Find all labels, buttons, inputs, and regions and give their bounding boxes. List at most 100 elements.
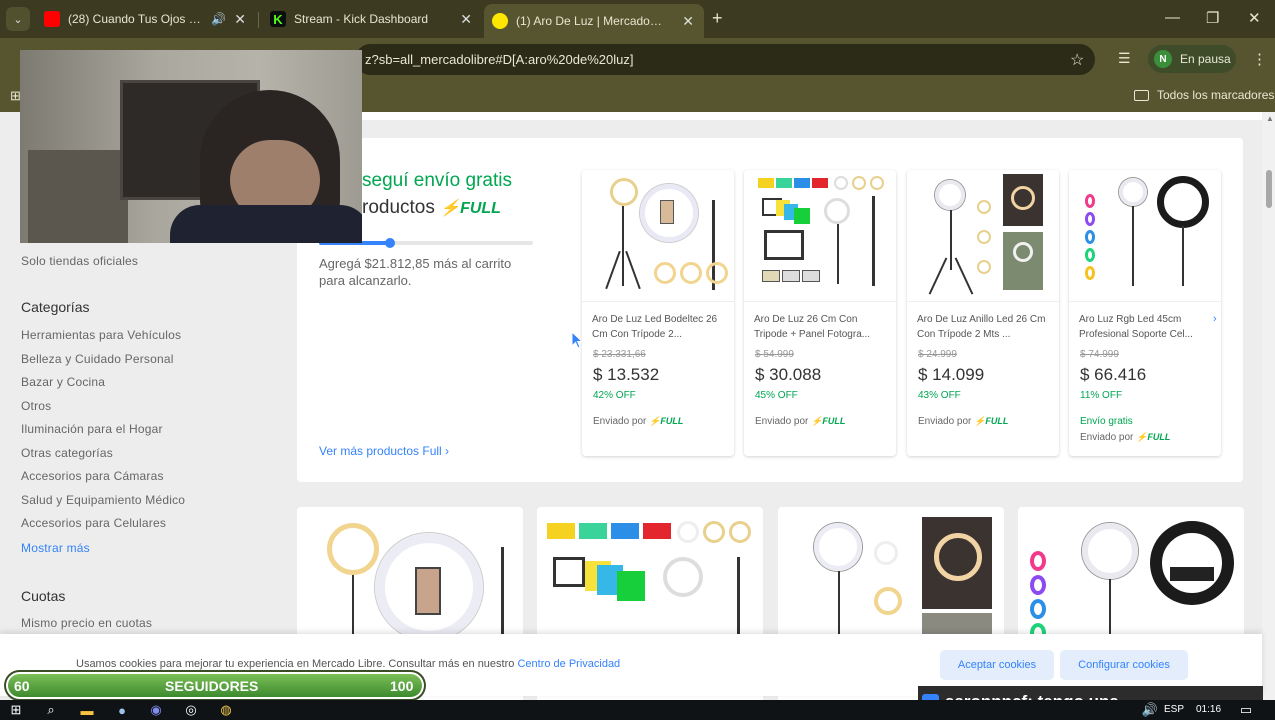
address-bar[interactable]: z?sb=all_mercadolibre#D[A:aro%20de%20luz…: [355, 44, 1095, 75]
categories-heading: Categorías: [21, 299, 90, 315]
new-tab-button[interactable]: +: [712, 8, 723, 29]
category-item[interactable]: Accesorios para Cámaras: [21, 469, 164, 483]
youtube-icon: [44, 11, 60, 27]
category-item[interactable]: Salud y Equipamiento Médico: [21, 493, 185, 507]
followers-goal: 100: [390, 678, 414, 694]
windows-start-icon[interactable]: ⊞: [8, 702, 24, 718]
category-item[interactable]: Accesorios para Celulares: [21, 516, 166, 530]
product-name[interactable]: Aro De Luz Led Bodeltec 26 Cm Con Trípod…: [592, 312, 726, 342]
category-item[interactable]: Iluminación para el Hogar: [21, 422, 163, 436]
close-window-button[interactable]: ✕: [1248, 9, 1261, 27]
volume-icon[interactable]: 🔊: [1142, 702, 1158, 718]
tab-kick[interactable]: K Stream - Kick Dashboard ✕: [262, 4, 482, 34]
tab-mercadolibre[interactable]: (1) Aro De Luz | MercadoLibre ✕: [484, 4, 704, 38]
category-item[interactable]: Belleza y Cuidado Personal: [21, 352, 174, 366]
category-item[interactable]: Otros: [21, 399, 51, 413]
chrome-icon[interactable]: ◍: [218, 702, 234, 718]
product-discount: 42% OFF: [593, 390, 636, 401]
product-shipping: Enviado por ⚡FULL: [755, 416, 845, 427]
obs-icon[interactable]: ◎: [183, 702, 199, 718]
file-explorer-icon[interactable]: ▬: [79, 702, 95, 718]
product-price: $ 30.088: [755, 365, 822, 384]
close-tab-icon[interactable]: ✕: [234, 11, 246, 28]
privacy-center-link[interactable]: Centro de Privacidad: [517, 658, 620, 670]
product-old-price: $ 54.999: [755, 349, 794, 360]
product-discount: 43% OFF: [918, 390, 961, 401]
webcam-shelf: [28, 150, 128, 243]
tab-search-button[interactable]: ⌄: [6, 7, 30, 31]
product-shipping: Enviado por ⚡FULL: [593, 416, 683, 427]
sent-by-label: Enviado por: [918, 416, 972, 427]
filter-installments[interactable]: Mismo precio en cuotas: [21, 616, 152, 630]
clock[interactable]: 01:16: [1196, 704, 1221, 715]
product-image: [744, 170, 896, 302]
profile-button[interactable]: N En pausa: [1148, 45, 1236, 73]
full-logo-text: FULL: [660, 416, 684, 426]
all-bookmarks-button[interactable]: Todos los marcadores: [1134, 88, 1274, 102]
product-old-price: $ 74.999: [1080, 349, 1119, 360]
discord-icon[interactable]: ◉: [148, 702, 164, 718]
steam-icon[interactable]: ●: [114, 702, 130, 718]
full-logo-text: FULL: [822, 416, 846, 426]
notifications-icon[interactable]: ▭: [1238, 702, 1254, 718]
mercadolibre-icon: [492, 13, 508, 29]
product-free-shipping: Envío gratis: [1080, 416, 1133, 427]
menu-icon[interactable]: ⋮: [1252, 50, 1267, 68]
kick-icon: K: [270, 11, 286, 27]
category-item[interactable]: Otras categorías: [21, 446, 113, 460]
configure-cookies-button[interactable]: Configurar cookies: [1060, 650, 1188, 680]
category-item[interactable]: Herramientas para Vehículos: [21, 328, 181, 342]
scroll-up-icon[interactable]: ▲: [1266, 114, 1274, 123]
filter-official-stores[interactable]: Solo tiendas oficiales: [21, 254, 138, 268]
product-price: $ 13.532: [593, 365, 660, 384]
tab-separator: [258, 12, 259, 28]
promo-title: seguí envío gratis: [362, 170, 512, 191]
webcam-person-body: [170, 205, 362, 243]
product-image: [1069, 170, 1221, 302]
product-name[interactable]: Aro Luz Rgb Led 45cm Profesional Soporte…: [1079, 312, 1213, 342]
product-card[interactable]: Aro Luz Rgb Led 45cm Profesional Soporte…: [1069, 170, 1221, 456]
sent-by-label: Enviado por: [755, 416, 809, 427]
product-discount: 45% OFF: [755, 390, 798, 401]
profile-status: En pausa: [1180, 52, 1231, 66]
mouse-cursor-icon: [571, 331, 583, 349]
search-icon[interactable]: ⌕: [43, 702, 59, 718]
cookie-text: Usamos cookies para mejorar tu experienc…: [76, 658, 620, 670]
bookmark-star-icon[interactable]: ☆: [1070, 50, 1084, 70]
installments-heading: Cuotas: [21, 588, 66, 604]
close-tab-icon[interactable]: ✕: [460, 11, 472, 28]
full-logo: ⚡FULL: [974, 416, 1009, 426]
product-discount: 11% OFF: [1080, 390, 1123, 401]
product-card[interactable]: Aro De Luz 26 Cm Con Tripode + Panel Fot…: [744, 170, 896, 456]
results-top-strip: [357, 112, 1262, 120]
sent-by-label: Enviado por: [593, 416, 647, 427]
product-name[interactable]: Aro De Luz 26 Cm Con Tripode + Panel Fot…: [754, 312, 888, 342]
speaker-icon[interactable]: 🔊: [211, 12, 226, 26]
carousel-next-icon[interactable]: ›: [1213, 313, 1217, 325]
maximize-button[interactable]: ❐: [1206, 9, 1219, 27]
sent-by-label: Enviado por: [1080, 432, 1134, 443]
product-card[interactable]: Aro De Luz Anillo Led 26 Cm Con Trípode …: [907, 170, 1059, 456]
full-logo: ⚡FULL: [811, 416, 846, 426]
close-tab-icon[interactable]: ✕: [682, 13, 694, 30]
tab-youtube[interactable]: (28) Cuando Tus Ojos Me V 🔊 ✕: [36, 4, 256, 34]
language-indicator[interactable]: ESP: [1164, 704, 1184, 715]
show-more-link[interactable]: Mostrar más: [21, 541, 90, 555]
category-item[interactable]: Bazar y Cocina: [21, 375, 105, 389]
cookie-message: Usamos cookies para mejorar tu experienc…: [76, 658, 515, 670]
product-shipping: Enviado por ⚡FULL: [918, 416, 1008, 427]
see-more-full-link[interactable]: Ver más productos Full ›: [319, 444, 449, 458]
scrollbar-thumb[interactable]: [1266, 170, 1272, 208]
followers-label: SEGUIDORES: [165, 678, 259, 694]
full-logo: ⚡FULL: [649, 416, 684, 426]
product-old-price: $ 24.999: [918, 349, 957, 360]
accept-cookies-button[interactable]: Aceptar cookies: [940, 650, 1054, 680]
full-logo-text: FULL: [985, 416, 1009, 426]
promo-subtitle-text: roductos: [362, 197, 435, 218]
product-card[interactable]: Aro De Luz Led Bodeltec 26 Cm Con Trípod…: [582, 170, 734, 456]
followers-current: 60: [14, 678, 30, 694]
product-name[interactable]: Aro De Luz Anillo Led 26 Cm Con Trípode …: [917, 312, 1051, 342]
reading-list-icon[interactable]: ☰: [1118, 50, 1131, 67]
progress-knob: [384, 238, 395, 248]
minimize-button[interactable]: —: [1165, 9, 1180, 26]
